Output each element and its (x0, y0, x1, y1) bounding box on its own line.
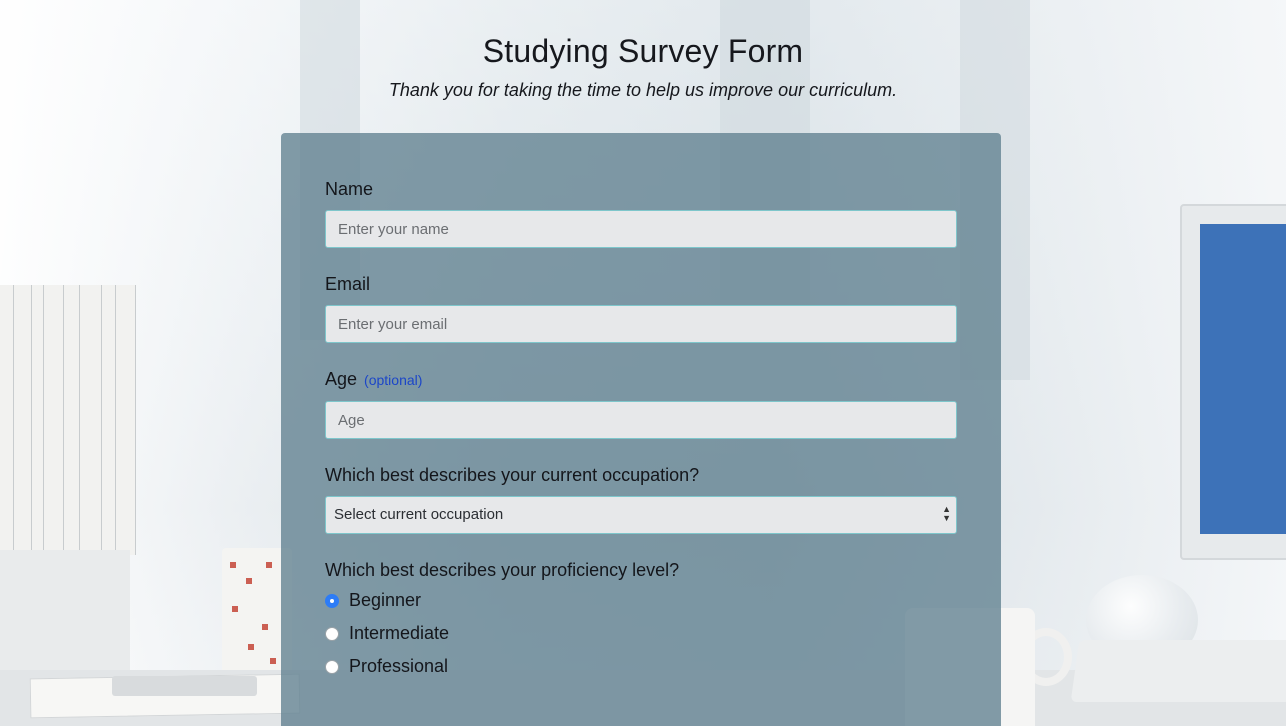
page-title: Studying Survey Form (482, 33, 804, 69)
radio-label-professional: Professional (349, 656, 449, 676)
background-shelf (0, 550, 130, 680)
page-header: Studying Survey Form Thank you for takin… (0, 30, 1286, 102)
radio-button-beginner[interactable] (325, 593, 339, 608)
radio-option-intermediate[interactable]: Intermediate (325, 617, 957, 650)
survey-form: Name Email Age (optional) Which best des… (281, 133, 1001, 726)
occupation-label: Which best describes your current occupa… (325, 465, 700, 485)
occupation-field-group: Which best describes your current occupa… (325, 463, 957, 534)
email-label: Email (325, 274, 371, 294)
email-field-group: Email (325, 272, 957, 343)
radio-label-intermediate: Intermediate (349, 623, 450, 643)
occupation-select-wrapper: Select current occupation ▲ ▼ (325, 496, 957, 534)
radio-label-beginner: Beginner (349, 590, 422, 610)
page-subtitle: Thank you for taking the time to help us… (388, 80, 898, 100)
background-books (0, 285, 140, 555)
radio-option-professional[interactable]: Professional (325, 650, 957, 683)
optional-hint: (optional) (364, 372, 423, 388)
background-keyboard (1070, 640, 1286, 702)
radio-button-intermediate[interactable] (325, 626, 339, 641)
age-field-group: Age (optional) (325, 367, 957, 439)
background-monitor-screen (1200, 224, 1286, 534)
radio-option-beginner[interactable]: Beginner (325, 584, 957, 617)
name-field-group: Name (325, 177, 957, 248)
email-input[interactable] (325, 305, 957, 343)
occupation-select[interactable]: Select current occupation (325, 496, 957, 534)
name-input[interactable] (325, 210, 957, 248)
name-label: Name (325, 179, 374, 199)
age-label: Age (optional) (325, 367, 957, 392)
proficiency-label: Which best describes your proficiency le… (325, 560, 680, 580)
age-input[interactable] (325, 401, 957, 439)
select-arrows-icon: ▲ ▼ (942, 504, 951, 523)
age-label-text: Age (325, 369, 358, 389)
proficiency-field-group: Which best describes your proficiency le… (325, 558, 957, 683)
background-calculator (112, 676, 257, 696)
radio-button-professional[interactable] (325, 659, 339, 674)
